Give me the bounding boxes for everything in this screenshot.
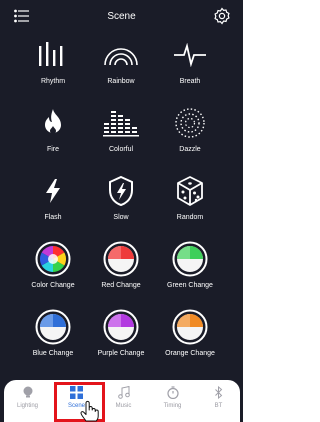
scene-breath[interactable]: Breath xyxy=(150,34,230,94)
tab-label: Music xyxy=(115,403,132,409)
pointing-hand-icon xyxy=(80,400,99,422)
green-circle-icon xyxy=(172,241,208,277)
scene-purple-change[interactable]: Purple Change xyxy=(81,306,161,366)
scene-random[interactable]: Random xyxy=(150,170,230,230)
scene-label: Purple Change xyxy=(97,350,145,357)
bars-icon xyxy=(39,42,63,66)
timer-icon xyxy=(166,385,179,399)
scene-label: Rhythm xyxy=(40,78,66,85)
page-title: Scene xyxy=(107,11,136,22)
scene-label: Red Change xyxy=(101,282,141,289)
color-wheel-icon xyxy=(35,241,71,277)
tab-music[interactable]: Music xyxy=(100,380,147,422)
scene-label: Colorful xyxy=(108,146,134,153)
flame-icon xyxy=(45,109,61,134)
scene-red-change[interactable]: Red Change xyxy=(81,238,161,298)
app-screen: Scene Rhythm Rainbow Breath Fire Colorfu… xyxy=(0,0,243,422)
scene-rainbow[interactable]: Rainbow xyxy=(81,34,161,94)
scene-green-change[interactable]: Green Change xyxy=(150,238,230,298)
scene-label: Slow xyxy=(113,214,129,221)
equalizer-icon xyxy=(103,111,139,137)
dotted-ring-icon xyxy=(175,108,205,138)
scene-slow[interactable]: Slow xyxy=(81,170,161,230)
scene-label: Rainbow xyxy=(107,78,135,85)
pulse-icon xyxy=(174,43,206,67)
scene-dazzle[interactable]: Dazzle xyxy=(150,102,230,162)
tab-bt[interactable]: BT xyxy=(195,380,242,422)
bulb-icon xyxy=(23,386,32,398)
scene-label: Orange Change xyxy=(165,350,215,357)
scene-label: Breath xyxy=(179,78,201,85)
dice-icon xyxy=(177,176,203,206)
gear-icon[interactable] xyxy=(213,7,231,25)
purple-circle-icon xyxy=(103,309,139,345)
lightning-icon xyxy=(46,179,60,203)
header: Scene xyxy=(0,0,243,34)
scene-orange-change[interactable]: Orange Change xyxy=(150,306,230,366)
music-note-icon xyxy=(117,385,130,399)
shield-lightning-icon xyxy=(109,175,133,207)
scene-colorful[interactable]: Colorful xyxy=(81,102,161,162)
tab-label: BT xyxy=(214,403,223,409)
scene-label: Fire xyxy=(46,146,60,153)
scene-label: Green Change xyxy=(167,282,213,289)
tab-bar: Lighting Scene Music Timing BT xyxy=(4,380,240,422)
tab-label: Timing xyxy=(163,403,182,409)
scene-label: Dazzle xyxy=(179,146,201,153)
scene-label: Flash xyxy=(44,214,62,221)
rainbow-icon xyxy=(104,48,138,66)
scene-grid: Rhythm Rainbow Breath Fire Colorful Dazz… xyxy=(0,30,243,370)
scene-label: Color Change xyxy=(31,282,75,289)
red-circle-icon xyxy=(103,241,139,277)
tab-lighting[interactable]: Lighting xyxy=(4,380,51,422)
tab-label: Lighting xyxy=(16,403,39,409)
blue-circle-icon xyxy=(35,309,71,345)
tab-timing[interactable]: Timing xyxy=(149,380,196,422)
scene-label: Blue Change xyxy=(32,350,74,357)
scene-label: Random xyxy=(176,214,204,221)
orange-circle-icon xyxy=(172,309,208,345)
bluetooth-icon xyxy=(214,385,222,399)
